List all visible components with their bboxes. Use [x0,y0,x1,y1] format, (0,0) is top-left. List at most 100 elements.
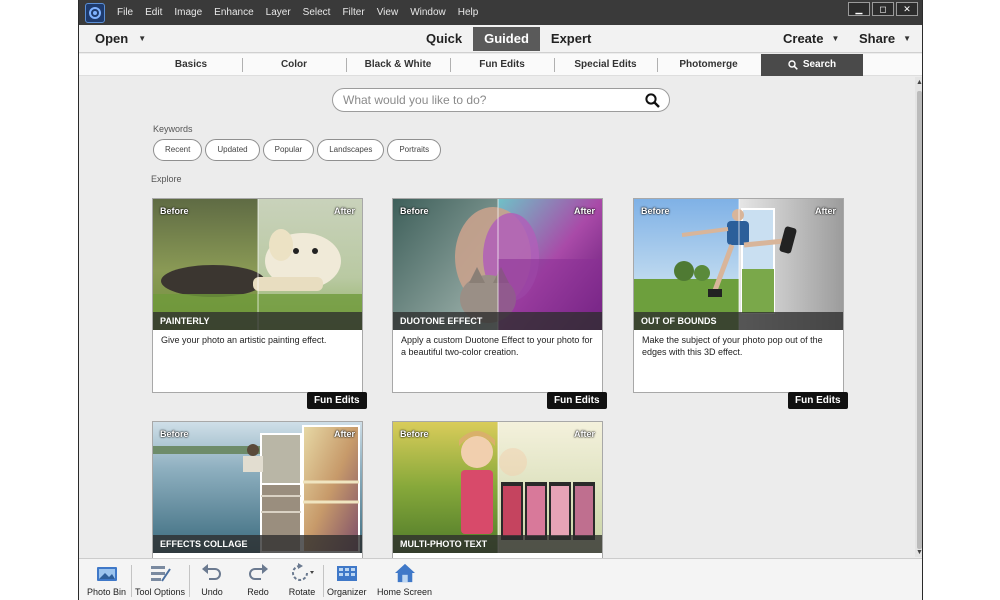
app-window: File Edit Image Enhance Layer Select Fil… [78,0,923,600]
explore-label: Explore [151,174,182,184]
close-button[interactable]: ✕ [896,2,918,16]
undo-icon [202,564,221,580]
chip-updated[interactable]: Updated [205,139,260,161]
create-button[interactable]: Create ▼ [783,31,839,46]
card-effects-collage[interactable]: Before After EFFECTS COLLAGE [152,421,363,571]
rotate-button[interactable]: Rotate [288,563,316,597]
card-thumbnail: Before After OUT OF BOUNDS [634,199,843,330]
painterly-preview-image [153,199,362,330]
photo-bin-button[interactable]: Photo Bin [87,563,126,597]
photo-bin-label: Photo Bin [87,587,127,597]
card-multi-photo-text[interactable]: Before After MULTI-PHOTO TEXT [392,421,603,571]
minimize-button[interactable]: ▁ [848,2,870,16]
card-thumbnail: Before After MULTI-PHOTO TEXT [393,422,602,553]
menu-window[interactable]: Window [410,7,446,18]
duotone-preview-image [393,199,602,330]
chevron-down-icon: ▼ [903,34,912,43]
scroll-down-arrow-icon[interactable]: ▼ [916,549,922,556]
keywords-label: Keywords [153,124,193,134]
keyword-chips: Recent Updated Popular Landscapes Portra… [153,139,444,161]
search-icon [788,60,798,70]
card-title: MULTI-PHOTO TEXT [393,535,602,553]
tab-special-edits[interactable]: Special Edits [555,54,656,76]
out-of-bounds-preview-image [634,199,843,330]
undo-label: Undo [201,587,223,597]
menu-file[interactable]: File [117,7,133,18]
chevron-down-icon: ▼ [831,34,840,43]
toolbar-divider [189,565,190,597]
scroll-thumb[interactable] [917,91,922,549]
menu-enhance[interactable]: Enhance [214,7,253,18]
card-out-of-bounds[interactable]: Before After OUT OF BOUNDS Make the subj… [633,198,844,393]
menu-view[interactable]: View [377,7,399,18]
mode-tab-expert[interactable]: Expert [540,27,602,51]
redo-button[interactable]: Redo [246,563,270,597]
before-label: Before [160,206,189,216]
undo-button[interactable]: Undo [200,563,224,597]
card-duotone-effect[interactable]: Before After DUOTONE EFFECT Apply a cust… [392,198,603,393]
share-button[interactable]: Share ▼ [859,31,911,46]
card-title: DUOTONE EFFECT [393,312,602,330]
tool-options-label: Tool Options [135,587,186,597]
search-box [332,88,670,112]
app-logo-icon [85,2,105,23]
photo-bin-icon [96,567,117,581]
card-category-badge: Fun Edits [788,392,848,409]
organizer-icon [336,566,357,581]
home-screen-button[interactable]: Home Screen [377,563,432,597]
effects-collage-preview-image [153,422,362,553]
menu-help[interactable]: Help [458,7,479,18]
tool-options-button[interactable]: Tool Options [135,563,185,597]
chip-landscapes[interactable]: Landscapes [317,139,385,161]
menu-edit[interactable]: Edit [145,7,162,18]
toolbar-divider [323,565,324,597]
after-label: After [573,429,595,439]
after-label: After [333,429,355,439]
card-thumbnail: Before After DUOTONE EFFECT [393,199,602,330]
card-painterly[interactable]: Before After PAINTERLY Give your photo a… [152,198,363,393]
open-button[interactable]: Open ▼ [95,31,146,46]
open-label: Open [95,31,129,46]
mode-tab-guided[interactable]: Guided [473,27,540,51]
scroll-up-arrow-icon[interactable]: ▲ [916,79,922,86]
tab-color[interactable]: Color [243,54,345,76]
rotate-label: Rotate [288,587,316,597]
card-description: Give your photo an artistic painting eff… [161,335,327,345]
after-label: After [814,206,836,216]
mode-tab-quick[interactable]: Quick [415,27,473,51]
guided-category-tabs: Basics Color Black & White Fun Edits Spe… [79,54,922,76]
card-title: OUT OF BOUNDS [634,312,843,330]
card-description: Make the subject of your photo pop out o… [642,335,823,357]
vertical-scrollbar[interactable]: ▲ ▼ [915,77,922,557]
mode-tabs: Quick Guided Expert [415,27,602,51]
tab-search[interactable]: Search [761,54,863,76]
search-icon[interactable] [645,93,660,108]
menu-image[interactable]: Image [174,7,202,18]
tab-photomerge[interactable]: Photomerge [658,54,759,76]
multi-photo-text-preview-image [393,422,602,553]
chip-recent[interactable]: Recent [153,139,203,161]
card-title: EFFECTS COLLAGE [153,535,362,553]
redo-label: Redo [247,587,269,597]
search-input[interactable] [343,92,633,108]
menu-filter[interactable]: Filter [342,7,364,18]
create-label: Create [783,31,824,46]
card-title: PAINTERLY [153,312,362,330]
tab-basics[interactable]: Basics [141,54,241,76]
organizer-label: Organizer [327,587,367,597]
menu-layer[interactable]: Layer [266,7,291,18]
menu-select[interactable]: Select [303,7,331,18]
chip-portraits[interactable]: Portraits [387,139,442,161]
card-description: Apply a custom Duotone Effect to your ph… [401,335,593,357]
tab-black-white[interactable]: Black & White [347,54,449,76]
maximize-button[interactable]: ◻ [872,2,894,16]
chevron-down-icon: ▼ [138,34,147,43]
home-icon [394,563,415,583]
toolbar-divider [131,565,132,597]
menu-items: File Edit Image Enhance Layer Select Fil… [117,7,490,18]
tab-fun-edits[interactable]: Fun Edits [451,54,553,76]
organizer-button[interactable]: Organizer [327,563,367,597]
after-label: After [333,206,355,216]
tab-search-label: Search [802,59,837,70]
chip-popular[interactable]: Popular [262,139,315,161]
